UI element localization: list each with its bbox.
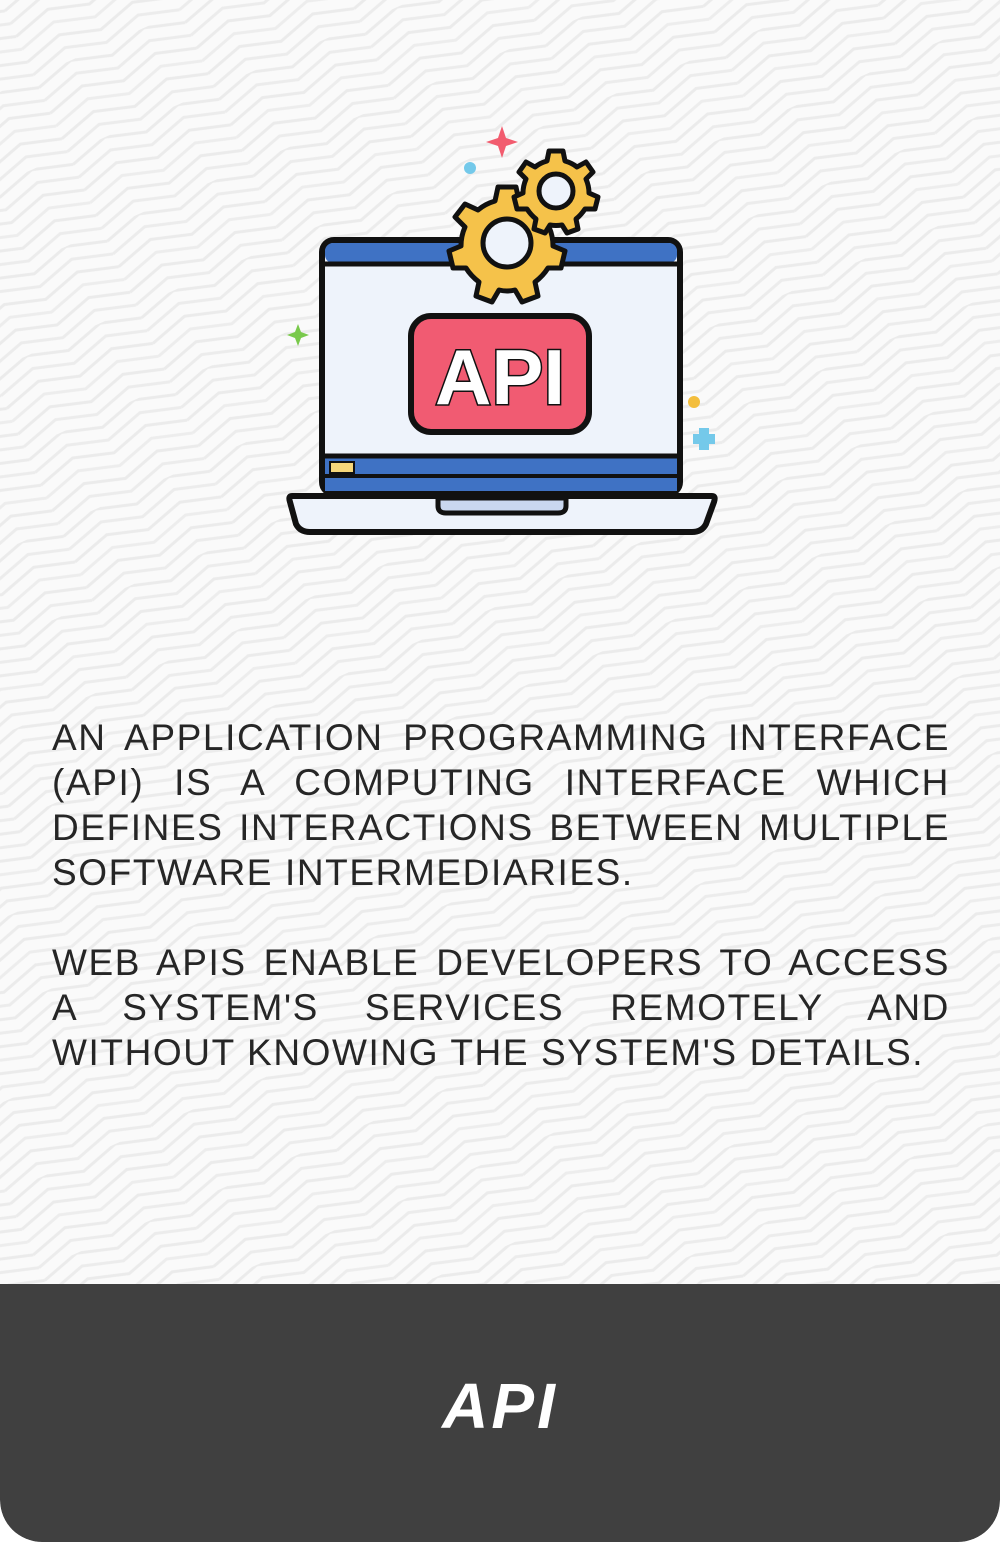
green-sparkle-icon [287, 324, 309, 346]
yellow-dot-icon [688, 396, 700, 408]
api-description: AN APPLICATION PROGRAMMING INTERFACE (AP… [52, 715, 950, 1075]
laptop-api-gears-icon: API [286, 126, 718, 535]
laptop-notch [435, 495, 569, 516]
blue-plus-icon [693, 428, 715, 450]
screen-progress-indicator [329, 461, 355, 474]
blue-dot-icon [464, 162, 476, 174]
description-paragraph-definition: AN APPLICATION PROGRAMMING INTERFACE (AP… [52, 717, 950, 893]
card-footer: API [0, 1284, 1000, 1542]
footer-title: API [442, 1370, 558, 1442]
api-badge-label: API [435, 333, 565, 421]
red-sparkle-icon [486, 126, 518, 158]
screen-bottom-bar [325, 456, 677, 491]
api-info-card: API AN APPLICATION PROGRAMMING INTERFACE… [0, 0, 1000, 1542]
description-paragraph-web-apis: WEB APIS ENABLE DEVELOPERS TO ACCESS A S… [52, 942, 950, 1073]
